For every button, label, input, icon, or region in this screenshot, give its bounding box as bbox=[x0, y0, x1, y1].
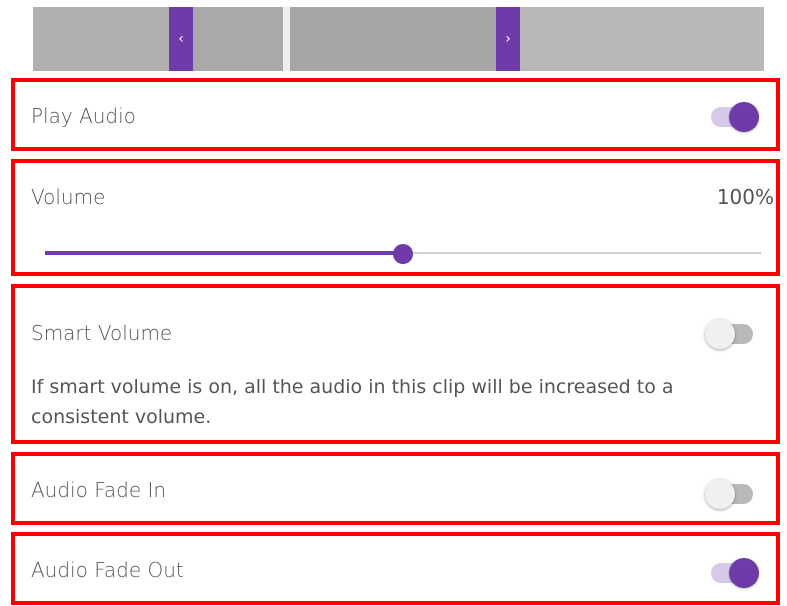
slider-fill bbox=[45, 251, 403, 255]
chevron-right-icon: › bbox=[505, 31, 511, 47]
toggle-knob bbox=[705, 479, 735, 509]
play-audio-toggle[interactable] bbox=[705, 100, 759, 132]
trim-handle-left[interactable]: ‹ bbox=[169, 7, 193, 71]
smart-volume-label: Smart Volume bbox=[31, 321, 173, 345]
smart-volume-toggle[interactable] bbox=[705, 317, 757, 349]
trim-handle-right[interactable]: › bbox=[496, 7, 520, 71]
audio-fade-in-label: Audio Fade In bbox=[31, 478, 167, 502]
volume-slider[interactable] bbox=[45, 244, 761, 264]
volume-value: 100% bbox=[716, 185, 774, 209]
volume-label: Volume bbox=[31, 185, 106, 209]
slider-thumb[interactable] bbox=[393, 244, 413, 264]
play-audio-row: Play Audio bbox=[11, 78, 780, 151]
chevron-left-icon: ‹ bbox=[178, 31, 184, 47]
play-audio-label: Play Audio bbox=[31, 104, 136, 128]
clip-divider bbox=[283, 7, 290, 71]
audio-fade-out-toggle[interactable] bbox=[705, 556, 759, 588]
clip-segment bbox=[520, 7, 764, 71]
smart-volume-description: If smart volume is on, all the audio in … bbox=[31, 376, 674, 428]
audio-fade-out-row: Audio Fade Out bbox=[11, 532, 780, 605]
clip-segment bbox=[290, 7, 496, 71]
audio-fade-in-row: Audio Fade In bbox=[11, 452, 780, 525]
clip-trim-bar[interactable]: ‹ › bbox=[33, 7, 764, 71]
toggle-knob bbox=[729, 102, 759, 132]
volume-row: Volume 100% bbox=[11, 159, 780, 276]
toggle-knob bbox=[705, 319, 735, 349]
smart-volume-row: Smart Volume If smart volume is on, all … bbox=[11, 284, 780, 444]
audio-fade-in-toggle[interactable] bbox=[705, 477, 757, 509]
toggle-knob bbox=[729, 558, 759, 588]
audio-fade-out-label: Audio Fade Out bbox=[31, 558, 184, 582]
